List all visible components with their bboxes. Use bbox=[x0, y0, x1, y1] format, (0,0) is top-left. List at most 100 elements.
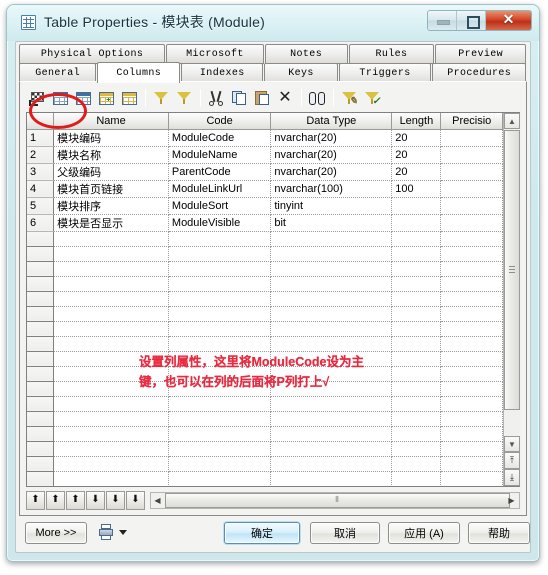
cell-length[interactable]: 20 bbox=[391, 129, 442, 147]
cell-precision[interactable] bbox=[440, 231, 503, 247]
cell-precision[interactable] bbox=[440, 276, 503, 292]
scroll-thumb[interactable] bbox=[504, 130, 520, 410]
cell-rownum[interactable] bbox=[27, 471, 55, 486]
cell-name[interactable] bbox=[53, 231, 169, 247]
cell-precision[interactable] bbox=[440, 456, 503, 472]
table-row[interactable] bbox=[27, 366, 503, 382]
cell-precision[interactable] bbox=[440, 381, 503, 397]
cell-name[interactable] bbox=[53, 471, 169, 486]
tab-preview[interactable]: Preview bbox=[435, 44, 527, 64]
scroll-down-button[interactable]: ▼ bbox=[504, 436, 520, 452]
print-icon[interactable] bbox=[99, 524, 113, 540]
help-button[interactable]: 帮助 bbox=[468, 522, 530, 544]
tab-notes[interactable]: Notes bbox=[264, 44, 348, 64]
cell-code[interactable] bbox=[168, 306, 272, 322]
cell-length[interactable] bbox=[391, 426, 442, 442]
cell-name[interactable] bbox=[53, 336, 169, 352]
cell-precision[interactable] bbox=[440, 246, 503, 262]
table-row[interactable] bbox=[27, 231, 503, 247]
cell-length[interactable]: 20 bbox=[391, 163, 442, 181]
tab-triggers[interactable]: Triggers bbox=[338, 63, 432, 83]
cell-rownum[interactable] bbox=[27, 411, 55, 427]
cell-data-type[interactable] bbox=[270, 411, 393, 427]
table-row[interactable] bbox=[27, 351, 503, 367]
cell-data-type[interactable]: nvarchar(100) bbox=[270, 180, 393, 198]
cell-data-type[interactable] bbox=[270, 351, 393, 367]
table-row[interactable] bbox=[27, 441, 503, 457]
cell-precision[interactable] bbox=[440, 336, 503, 352]
cell-name[interactable] bbox=[53, 321, 169, 337]
columns-grid[interactable]: Name Code Data Type Length Precisio 1 模块编… bbox=[26, 112, 520, 487]
cell-data-type[interactable] bbox=[270, 381, 393, 397]
cell-data-type[interactable]: nvarchar(20) bbox=[270, 129, 393, 147]
paste-button[interactable] bbox=[251, 87, 273, 109]
cell-rownum[interactable] bbox=[27, 426, 55, 442]
cell-length[interactable] bbox=[391, 214, 442, 232]
cell-code[interactable]: ModuleSort bbox=[168, 197, 272, 215]
cell-data-type[interactable] bbox=[270, 321, 393, 337]
cell-length[interactable] bbox=[391, 197, 442, 215]
cell-rownum[interactable] bbox=[27, 276, 55, 292]
cell-rownum[interactable] bbox=[27, 456, 55, 472]
table-row[interactable] bbox=[27, 456, 503, 472]
insert-row-top-button[interactable]: ⬆ bbox=[26, 490, 45, 510]
cell-length[interactable]: 100 bbox=[391, 180, 442, 198]
cell-code[interactable] bbox=[168, 291, 272, 307]
cell-code[interactable] bbox=[168, 321, 272, 337]
cell-precision[interactable] bbox=[440, 471, 503, 486]
table-row[interactable] bbox=[27, 426, 503, 442]
table-row[interactable] bbox=[27, 276, 503, 292]
cell-name[interactable]: 模块排序 bbox=[53, 197, 169, 215]
cell-data-type[interactable] bbox=[270, 246, 393, 262]
cell-data-type[interactable]: tinyint bbox=[270, 197, 393, 215]
move-bottom-button[interactable]: ⬇ bbox=[126, 490, 145, 510]
table-row[interactable]: 2 模块名称 ModuleName nvarchar(20) 20 bbox=[27, 146, 503, 164]
insert-row-after-button[interactable] bbox=[72, 87, 94, 109]
cell-rownum[interactable] bbox=[27, 441, 55, 457]
cell-name[interactable] bbox=[53, 411, 169, 427]
cell-code[interactable] bbox=[168, 471, 272, 486]
cell-name[interactable] bbox=[53, 306, 169, 322]
reuse-object-button[interactable] bbox=[173, 87, 195, 109]
cell-length[interactable] bbox=[391, 471, 442, 486]
cell-rownum[interactable] bbox=[27, 231, 55, 247]
cell-length[interactable] bbox=[391, 276, 442, 292]
cell-length[interactable]: 20 bbox=[391, 146, 442, 164]
cell-data-type[interactable] bbox=[270, 291, 393, 307]
cell-rownum[interactable] bbox=[27, 261, 55, 277]
scroll-top-button[interactable]: ⤒ bbox=[504, 452, 520, 469]
cell-rownum[interactable]: 3 bbox=[27, 163, 55, 181]
close-button[interactable]: ✕ bbox=[486, 11, 531, 30]
cell-data-type[interactable]: nvarchar(20) bbox=[270, 146, 393, 164]
cell-length[interactable] bbox=[391, 321, 442, 337]
cell-code[interactable] bbox=[168, 366, 272, 382]
cell-precision[interactable] bbox=[440, 197, 503, 215]
move-down-button[interactable]: ⬇ bbox=[86, 490, 105, 510]
cell-data-type[interactable] bbox=[270, 456, 393, 472]
cell-data-type[interactable] bbox=[270, 471, 393, 486]
cell-length[interactable] bbox=[391, 231, 442, 247]
tab-indexes[interactable]: Indexes bbox=[181, 63, 264, 83]
move-down-all-button[interactable]: ⬇ bbox=[106, 490, 125, 510]
table-row[interactable]: 6 模块是否显示 ModuleVisible bit bbox=[27, 214, 503, 232]
scroll-bottom-button[interactable]: ⤓ bbox=[504, 469, 520, 486]
grid-vertical-scrollbar[interactable]: ▲ ▼ ⤒ ⤓ bbox=[503, 113, 520, 486]
cell-length[interactable] bbox=[391, 411, 442, 427]
cell-length[interactable] bbox=[391, 456, 442, 472]
cell-rownum[interactable]: 4 bbox=[27, 180, 55, 198]
scroll-up-button[interactable]: ▲ bbox=[504, 113, 520, 129]
add-object-button[interactable] bbox=[150, 87, 172, 109]
find-button[interactable] bbox=[306, 87, 328, 109]
header-code[interactable]: Code bbox=[168, 113, 272, 130]
cell-data-type[interactable]: bit bbox=[270, 214, 393, 232]
cell-data-type[interactable] bbox=[270, 261, 393, 277]
table-row[interactable] bbox=[27, 246, 503, 262]
tab-keys[interactable]: Keys bbox=[264, 63, 338, 83]
insert-row-button[interactable] bbox=[49, 87, 71, 109]
table-row[interactable] bbox=[27, 261, 503, 277]
cell-name[interactable]: 模块名称 bbox=[53, 146, 169, 164]
cell-name[interactable] bbox=[53, 381, 169, 397]
cell-precision[interactable] bbox=[440, 214, 503, 232]
cell-rownum[interactable]: 1 bbox=[27, 129, 55, 147]
cell-name[interactable]: 模块是否显示 bbox=[53, 214, 169, 232]
